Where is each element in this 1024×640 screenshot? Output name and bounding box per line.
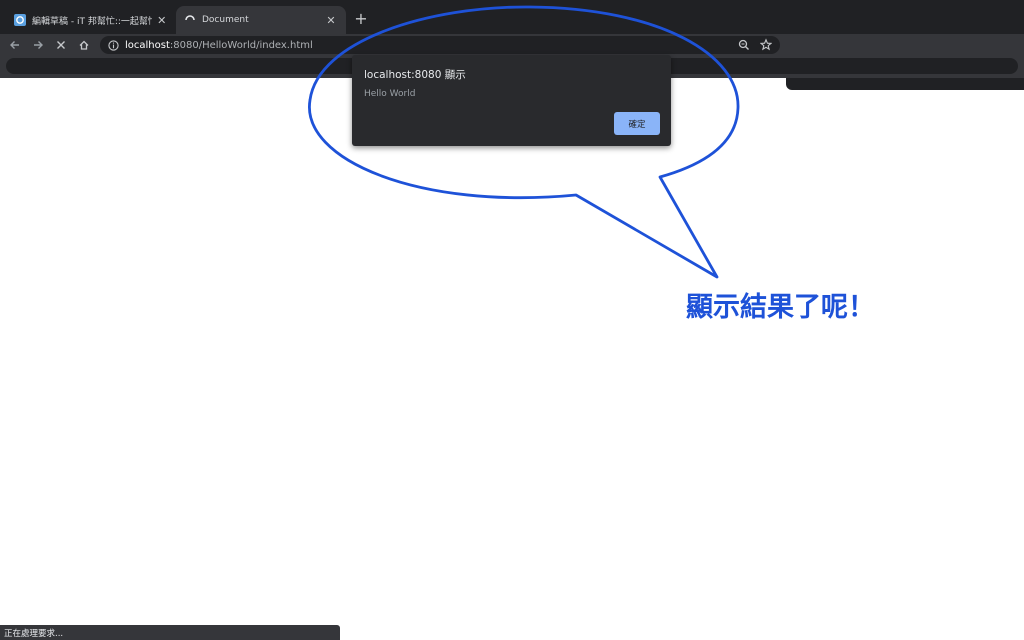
tab-strip: 編輯草稿 - iT 邦幫忙::一起幫忙解 ✕ Document ✕ + [0, 0, 1024, 34]
ithome-favicon-icon [14, 14, 26, 26]
tab-document[interactable]: Document ✕ [176, 6, 346, 34]
status-bar: 正在處理要求... [0, 625, 340, 640]
back-arrow-icon[interactable] [6, 36, 24, 54]
loading-spinner-icon [184, 14, 196, 26]
close-tab-icon[interactable]: ✕ [324, 13, 338, 27]
dialog-message: Hello World [364, 89, 416, 99]
info-icon[interactable] [108, 36, 119, 55]
url-text: localhost:8080/HelloWorld/index.html [125, 39, 313, 51]
zoom-icon[interactable] [738, 37, 750, 56]
annotation-text: 顯示結果了呢！ [686, 292, 875, 323]
close-tab-icon[interactable]: ✕ [156, 13, 169, 27]
tab-ithome[interactable]: 編輯草稿 - iT 邦幫忙::一起幫忙解 ✕ [6, 6, 176, 34]
browser-toolbar: localhost:8080/HelloWorld/index.html [0, 34, 1024, 90]
stop-loading-icon[interactable] [52, 36, 70, 54]
ok-button[interactable]: 確定 [614, 112, 660, 135]
tab-title: Document [202, 15, 249, 25]
home-icon[interactable] [75, 36, 93, 54]
dialog-title: localhost:8080 顯示 [364, 69, 466, 81]
alert-dialog: localhost:8080 顯示 Hello World 確定 [352, 55, 671, 146]
bookmark-star-icon[interactable] [759, 37, 773, 56]
forward-arrow-icon[interactable] [29, 36, 47, 54]
tab-title: 編輯草稿 - iT 邦幫忙::一起幫忙解 [32, 16, 152, 27]
new-tab-button[interactable]: + [352, 9, 370, 28]
address-bar[interactable]: localhost:8080/HelloWorld/index.html [100, 36, 780, 54]
